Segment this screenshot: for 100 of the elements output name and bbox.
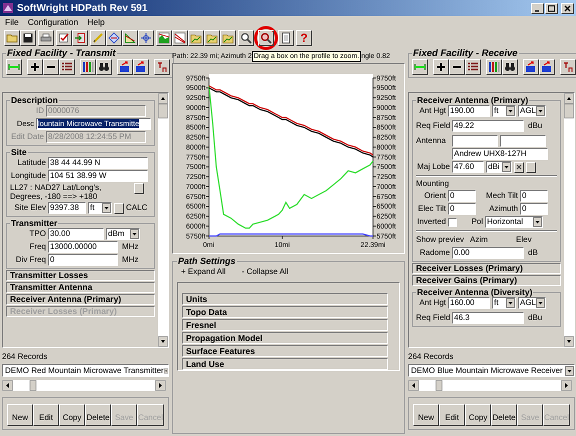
toolbar-button[interactable] [106, 30, 122, 46]
vertical-scrollbar[interactable] [158, 93, 168, 347]
small-button[interactable] [134, 183, 144, 194]
form-button[interactable]: Copy [59, 404, 86, 426]
toolbar-button[interactable] [502, 59, 518, 75]
section-header[interactable]: Land Use [182, 358, 388, 370]
form-button[interactable]: Delete [85, 404, 112, 426]
text-field[interactable]: Andrew UHX8-127H [452, 148, 548, 160]
minimize-button[interactable] [531, 2, 544, 14]
text-field[interactable]: 47.60 [452, 161, 484, 173]
dropdown[interactable]: ft [492, 297, 516, 309]
text-field[interactable]: 0 [448, 190, 476, 202]
dropdown[interactable]: Horizontal [485, 216, 543, 228]
text-field[interactable] [452, 135, 498, 147]
text-field[interactable]: 0 [520, 203, 548, 215]
text-field[interactable]: 38 44 44.99 N [48, 157, 148, 169]
section-header[interactable]: Propagation Model [182, 332, 388, 344]
toolbar-button[interactable] [90, 30, 106, 46]
toolbar-button[interactable] [486, 59, 502, 75]
toolbar-button[interactable] [154, 59, 170, 75]
toolbar-button[interactable] [56, 30, 72, 46]
toolbar-button[interactable] [4, 30, 20, 46]
small-button[interactable] [526, 162, 536, 172]
toolbar-button[interactable] [412, 59, 428, 75]
section-header[interactable]: Units [182, 293, 388, 305]
record-dropdown[interactable]: DEMO Blue Mountain Microwave Receiver [408, 364, 575, 377]
text-field[interactable]: 190.00 [448, 105, 490, 117]
toolbar-button[interactable] [6, 59, 22, 75]
dropdown[interactable]: AGL [518, 297, 546, 309]
section-header[interactable]: Receiver Losses (Primary) [412, 263, 561, 274]
horizontal-scrollbar[interactable] [408, 380, 572, 391]
toolbar-button[interactable] [188, 30, 204, 46]
toolbar-button[interactable] [449, 59, 465, 75]
dropdown[interactable]: ft [492, 105, 516, 117]
section-header[interactable]: Receiver Gains (Primary) [412, 275, 561, 286]
text-field[interactable]: 13000.00000 [48, 241, 118, 253]
maximize-button[interactable] [545, 2, 558, 14]
text-field[interactable] [500, 135, 546, 147]
collapse-link[interactable]: - Collapse All [242, 266, 288, 278]
toolbar-button[interactable] [138, 30, 154, 46]
toolbar-button[interactable] [278, 30, 294, 46]
toolbar-button[interactable] [560, 59, 576, 75]
form-button[interactable]: Edit [33, 404, 60, 426]
menu-item[interactable]: Configuration [28, 16, 78, 29]
menu-item[interactable]: Help [87, 16, 105, 29]
text-field[interactable]: 30.00 [48, 228, 104, 240]
form-button[interactable]: Edit [439, 404, 466, 426]
section-header[interactable]: Receiver Antenna (Primary) [6, 294, 155, 305]
toolbar-button[interactable] [258, 30, 274, 46]
form-button[interactable]: New [413, 404, 440, 426]
clear-button[interactable] [514, 162, 524, 172]
vertical-scrollbar[interactable] [564, 93, 574, 347]
toolbar-button[interactable] [238, 30, 254, 46]
toolbar-button[interactable] [20, 30, 36, 46]
toolbar-button[interactable] [220, 30, 236, 46]
section-header[interactable]: Surface Features [182, 345, 388, 357]
checkbox[interactable] [448, 218, 457, 226]
text-field[interactable]: 0 [448, 203, 476, 215]
dropdown[interactable]: ft [88, 202, 112, 214]
dropdown[interactable]: dBi [486, 161, 512, 173]
toolbar-button[interactable] [204, 30, 220, 46]
toolbar-button[interactable] [539, 59, 555, 75]
text-field[interactable]: 9397.38 [48, 202, 86, 214]
toolbar-button[interactable] [80, 59, 96, 75]
section-header[interactable]: Transmitter Antenna [6, 282, 155, 293]
text-field[interactable]: 160.00 [448, 297, 490, 309]
toolbar-button[interactable] [43, 59, 59, 75]
small-button[interactable] [114, 202, 124, 214]
toolbar-button[interactable] [38, 30, 54, 46]
expand-link[interactable]: + Expand All [181, 266, 226, 278]
toolbar-button[interactable] [72, 30, 88, 46]
text-field[interactable]: 49.22 [452, 120, 524, 132]
record-dropdown[interactable]: DEMO Red Mountain Microwave Transmitter [2, 364, 169, 377]
help-button[interactable]: ? [296, 30, 312, 46]
toolbar-button[interactable] [122, 30, 138, 46]
text-field[interactable]: 104 51 38.99 W [48, 170, 148, 182]
toolbar-button[interactable] [465, 59, 481, 75]
form-button[interactable]: Copy [465, 404, 492, 426]
form-button[interactable]: Delete [491, 404, 518, 426]
dropdown[interactable]: AGL [518, 105, 546, 117]
toolbar-button[interactable] [523, 59, 539, 75]
text-field[interactable]: 0.00 [452, 247, 524, 259]
close-button[interactable] [561, 2, 574, 14]
menu-item[interactable]: File [5, 16, 19, 29]
toolbar-button[interactable] [433, 59, 449, 75]
toolbar-button[interactable] [117, 59, 133, 75]
section-header[interactable]: Fresnel [182, 319, 388, 331]
toolbar-button[interactable] [59, 59, 75, 75]
text-field[interactable]: 0 [48, 254, 118, 266]
text-field[interactable]: 46.3 [452, 312, 524, 324]
toolbar-button[interactable] [27, 59, 43, 75]
section-header[interactable]: Transmitter Losses [6, 270, 155, 281]
dropdown[interactable]: dBm [106, 228, 140, 240]
text-field[interactable]: 0 [520, 190, 548, 202]
toolbar-button[interactable] [172, 30, 188, 46]
section-header[interactable]: Topo Data [182, 306, 388, 318]
toolbar-button[interactable] [133, 59, 149, 75]
toolbar-button[interactable] [96, 59, 112, 75]
form-button[interactable]: New [7, 404, 34, 426]
toolbar-button[interactable] [156, 30, 172, 46]
